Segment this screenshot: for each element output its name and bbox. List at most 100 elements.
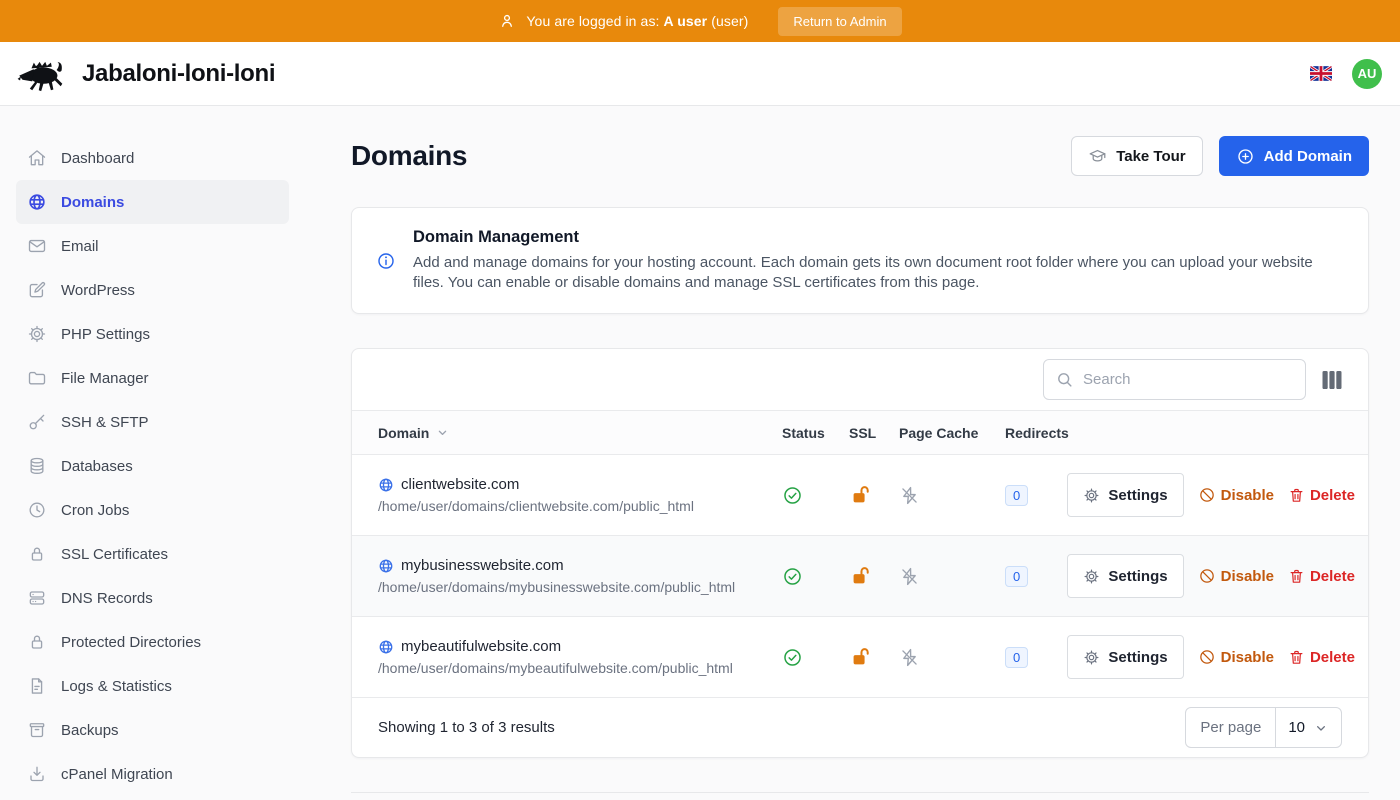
- column-header-domain[interactable]: Domain: [378, 425, 782, 441]
- main-content: Domains Take Tour Add Domain Domain Mana…: [320, 106, 1400, 800]
- table-row: mybeautifulwebsite.com /home/user/domain…: [352, 617, 1368, 698]
- pencil-square-icon: [27, 280, 47, 300]
- column-header-page-cache: Page Cache: [899, 425, 1005, 441]
- domain-path: /home/user/domains/mybusinesswebsite.com…: [378, 579, 782, 595]
- impersonation-text: You are logged in as: A user (user): [526, 13, 748, 29]
- download-icon: [27, 764, 47, 784]
- column-settings-button[interactable]: [1320, 365, 1344, 395]
- table-header-row: Domain Status SSL Page Cache Redirects: [352, 410, 1368, 455]
- no-symbol-icon: [1198, 486, 1216, 504]
- domain-path: /home/user/domains/mybeautifulwebsite.co…: [378, 660, 782, 676]
- sidebar: Dashboard Domains Email WordPress PHP Se…: [0, 106, 320, 800]
- sidebar-item-wordpress[interactable]: WordPress: [16, 268, 289, 312]
- take-tour-button[interactable]: Take Tour: [1071, 136, 1202, 176]
- graduation-cap-icon: [1088, 147, 1107, 166]
- app-header: Jabaloni-loni-loni AU: [0, 42, 1400, 106]
- domain-name: mybeautifulwebsite.com: [401, 638, 561, 655]
- globe-icon: [378, 639, 394, 655]
- domain-path: /home/user/domains/clientwebsite.com/pub…: [378, 498, 782, 514]
- sidebar-item-protected-directories[interactable]: Protected Directories: [16, 620, 289, 664]
- boar-logo-icon: [16, 55, 68, 93]
- search-box: [1043, 359, 1306, 400]
- folder-icon: [27, 368, 47, 388]
- sidebar-item-backups[interactable]: Backups: [16, 708, 289, 752]
- page-cache-off-icon: [899, 485, 920, 506]
- app-title: Jabaloni-loni-loni: [82, 60, 275, 88]
- gear-icon: [1083, 649, 1100, 666]
- language-flag-uk-icon[interactable]: [1310, 66, 1332, 81]
- trash-icon: [1288, 649, 1305, 666]
- globe-icon: [378, 558, 394, 574]
- no-symbol-icon: [1198, 648, 1216, 666]
- domains-table-card: Domain Status SSL Page Cache Redirects c…: [351, 348, 1369, 758]
- sidebar-item-dashboard[interactable]: Dashboard: [16, 136, 289, 180]
- info-icon: [376, 251, 396, 271]
- status-enabled-icon: [782, 647, 803, 668]
- disable-button[interactable]: Disable: [1198, 567, 1274, 585]
- search-input[interactable]: [1043, 359, 1306, 400]
- home-icon: [27, 148, 47, 168]
- per-page-value: 10: [1288, 719, 1305, 736]
- no-symbol-icon: [1198, 567, 1216, 585]
- page-title: Domains: [351, 140, 467, 172]
- gear-icon: [1083, 568, 1100, 585]
- disable-button[interactable]: Disable: [1198, 486, 1274, 504]
- plus-circle-icon: [1236, 147, 1255, 166]
- sidebar-item-php-settings[interactable]: PHP Settings: [16, 312, 289, 356]
- sidebar-item-dns-records[interactable]: DNS Records: [16, 576, 289, 620]
- add-domain-button[interactable]: Add Domain: [1219, 136, 1369, 176]
- disable-button[interactable]: Disable: [1198, 648, 1274, 666]
- key-icon: [27, 412, 47, 432]
- return-to-admin-button[interactable]: Return to Admin: [778, 7, 901, 36]
- settings-button[interactable]: Settings: [1067, 635, 1183, 679]
- table-footer: Showing 1 to 3 of 3 results Per page 10: [352, 698, 1368, 757]
- sidebar-item-domains[interactable]: Domains: [16, 180, 289, 224]
- info-card-body: Add and manage domains for your hosting …: [413, 253, 1318, 293]
- per-page-label: Per page: [1186, 708, 1276, 747]
- sidebar-item-logs-statistics[interactable]: Logs & Statistics: [16, 664, 289, 708]
- sidebar-item-cpanel-migration[interactable]: cPanel Migration: [16, 752, 289, 796]
- results-summary: Showing 1 to 3 of 3 results: [378, 719, 555, 736]
- user-icon: [498, 12, 516, 30]
- impersonation-banner: You are logged in as: A user (user) Retu…: [0, 0, 1400, 42]
- sidebar-item-databases[interactable]: Databases: [16, 444, 289, 488]
- column-header-ssl: SSL: [849, 425, 899, 441]
- page-cache-off-icon: [899, 566, 920, 587]
- table-row: clientwebsite.com /home/user/domains/cli…: [352, 455, 1368, 536]
- delete-button[interactable]: Delete: [1288, 649, 1355, 666]
- lock-icon: [27, 544, 47, 564]
- gear-icon: [27, 324, 47, 344]
- lock-icon: [27, 632, 47, 652]
- redirects-count-badge: 0: [1005, 647, 1028, 668]
- domain-management-info-card: Domain Management Add and manage domains…: [351, 207, 1369, 314]
- sidebar-item-email[interactable]: Email: [16, 224, 289, 268]
- sidebar-item-ssl-certificates[interactable]: SSL Certificates: [16, 532, 289, 576]
- sidebar-item-file-manager[interactable]: File Manager: [16, 356, 289, 400]
- columns-icon: [1320, 369, 1344, 391]
- domain-name: mybusinesswebsite.com: [401, 557, 564, 574]
- column-header-redirects: Redirects: [1005, 425, 1091, 441]
- archive-box-icon: [27, 720, 47, 740]
- delete-button[interactable]: Delete: [1288, 487, 1355, 504]
- footer-divider: [351, 792, 1369, 793]
- status-enabled-icon: [782, 566, 803, 587]
- sidebar-item-ssh-sftp[interactable]: SSH & SFTP: [16, 400, 289, 444]
- table-row: mybusinesswebsite.com /home/user/domains…: [352, 536, 1368, 617]
- ssl-unlocked-icon: [849, 484, 871, 506]
- redirects-count-badge: 0: [1005, 485, 1028, 506]
- globe-icon: [378, 477, 394, 493]
- globe-icon: [27, 192, 47, 212]
- redirects-count-badge: 0: [1005, 566, 1028, 587]
- info-card-title: Domain Management: [413, 228, 1318, 247]
- per-page-select[interactable]: Per page 10: [1185, 707, 1342, 748]
- settings-button[interactable]: Settings: [1067, 554, 1183, 598]
- settings-button[interactable]: Settings: [1067, 473, 1183, 517]
- trash-icon: [1288, 568, 1305, 585]
- ssl-unlocked-icon: [849, 565, 871, 587]
- delete-button[interactable]: Delete: [1288, 568, 1355, 585]
- sidebar-item-cron-jobs[interactable]: Cron Jobs: [16, 488, 289, 532]
- server-icon: [27, 588, 47, 608]
- user-avatar[interactable]: AU: [1352, 59, 1382, 89]
- trash-icon: [1288, 487, 1305, 504]
- database-icon: [27, 456, 47, 476]
